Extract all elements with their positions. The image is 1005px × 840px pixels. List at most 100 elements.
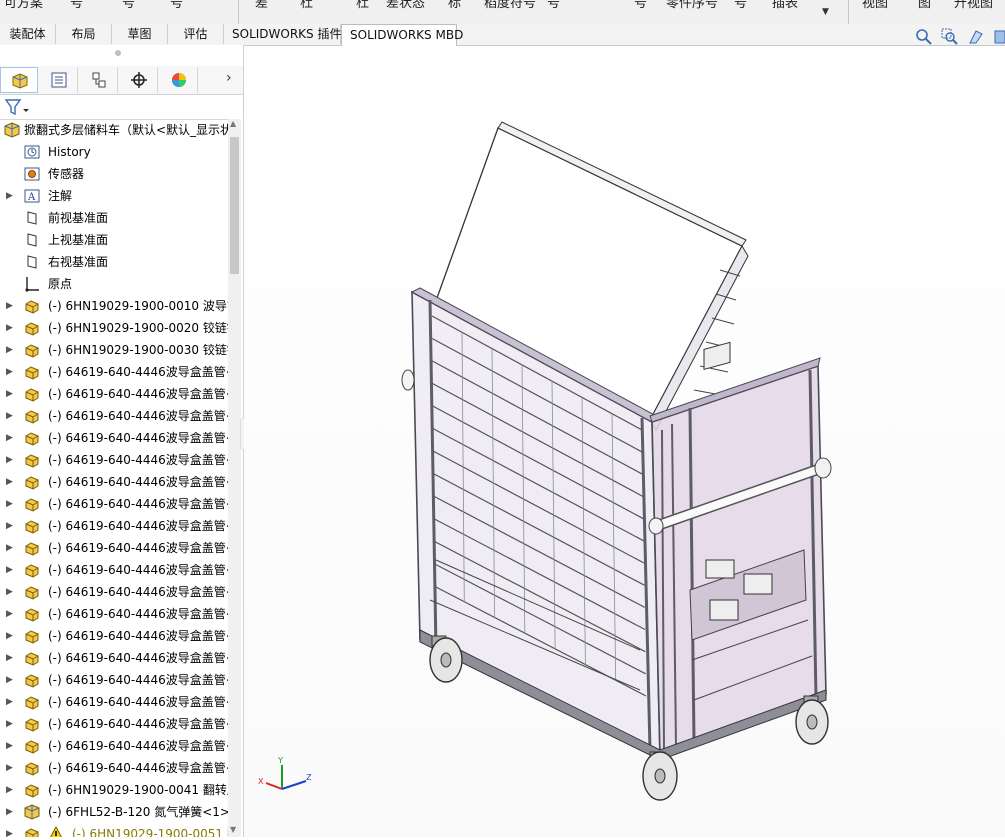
tree-item[interactable]: ▶ (-) 64619-640-4446波导盒盖管<	[0, 625, 228, 647]
expand-arrow-icon[interactable]: ▶	[6, 449, 13, 471]
zoom-area-icon[interactable]	[940, 28, 960, 48]
ribbon-label[interactable]: 零件序号	[666, 0, 718, 11]
expand-arrow-icon[interactable]: ▶	[6, 669, 13, 691]
expand-arrow-icon[interactable]: ▶	[6, 779, 13, 801]
tree-item[interactable]: ▶ (-) 64619-640-4446波导盒盖管<	[0, 691, 228, 713]
tree-item[interactable]: ▶ (-) 6HN19029-1900-0051 翻	[0, 823, 228, 837]
expand-arrow-icon[interactable]: ▶	[6, 185, 13, 207]
tree-item[interactable]: ▶ (-) 64619-640-4446波导盒盖管<	[0, 735, 228, 757]
section-view-icon[interactable]	[990, 28, 1005, 48]
ribbon-label[interactable]: 稻度符号	[484, 0, 536, 11]
ribbon-label[interactable]: 号	[170, 0, 183, 11]
tree-item[interactable]: 传感器	[0, 163, 228, 185]
dimxpert-icon[interactable]	[120, 67, 158, 93]
chevron-down-icon[interactable]: ▼	[822, 7, 829, 17]
expand-arrow-icon[interactable]: ▶	[6, 383, 13, 405]
expand-arrow-icon[interactable]: ▶	[6, 427, 13, 449]
tree-item[interactable]: 前视基准面	[0, 207, 228, 229]
tree-item[interactable]: 右视基准面	[0, 251, 228, 273]
tab-layout[interactable]: 布局	[56, 24, 112, 44]
tree-item[interactable]: ▶ (-) 64619-640-4446波导盒盖管<	[0, 537, 228, 559]
tree-item[interactable]: ▶ (-) 64619-640-4446波导盒盖管<	[0, 559, 228, 581]
ribbon-label[interactable]: 号	[634, 0, 647, 11]
tree-item[interactable]: ▶ A 注解	[0, 185, 228, 207]
expand-arrow-icon[interactable]: ▶	[6, 471, 13, 493]
tree-item[interactable]: ▶ (-) 6HN19029-1900-0041 翻转层	[0, 779, 228, 801]
tree-item[interactable]: ▶ (-) 64619-640-4446波导盒盖管<	[0, 647, 228, 669]
display-manager-icon[interactable]	[160, 67, 198, 93]
expand-arrow-icon[interactable]: ▶	[6, 295, 13, 317]
ribbon-label[interactable]: 差	[255, 0, 268, 11]
ribbon-label[interactable]: 插表	[772, 0, 798, 11]
graphics-viewport[interactable]	[244, 46, 1005, 837]
tree-item[interactable]: ▶ (-) 64619-640-4446波导盒盖管<	[0, 405, 228, 427]
chevron-right-icon[interactable]: ›	[226, 70, 232, 86]
tab-solidworks-mbd[interactable]: SOLIDWORKS MBD	[341, 24, 463, 46]
ribbon-label[interactable]: 图	[918, 0, 931, 11]
feature-tree-icon[interactable]	[0, 67, 38, 93]
expand-arrow-icon[interactable]: ▶	[6, 581, 13, 603]
tree-item[interactable]: ▶ (-) 64619-640-4446波导盒盖管<	[0, 713, 228, 735]
tab-sketch[interactable]: 草图	[112, 24, 168, 44]
ribbon-label[interactable]: 差状态	[386, 0, 425, 11]
tree-item[interactable]: ▶ (-) 64619-640-4446波导盒盖管<	[0, 471, 228, 493]
tree-item[interactable]: ▶ (-) 64619-640-4446波导盒盖管<	[0, 757, 228, 779]
expand-arrow-icon[interactable]: ▶	[6, 361, 13, 383]
expand-arrow-icon[interactable]: ▶	[6, 735, 13, 757]
zoom-to-fit-icon[interactable]	[914, 28, 934, 48]
tab-evaluate[interactable]: 评估	[168, 24, 224, 44]
scroll-up-icon[interactable]: ▲	[230, 119, 236, 128]
filter-icon[interactable]	[4, 97, 30, 120]
tree-item[interactable]: 上视基准面	[0, 229, 228, 251]
ribbon-label[interactable]: 杜	[356, 0, 369, 11]
caster-wheel[interactable]	[642, 751, 678, 801]
expand-arrow-icon[interactable]: ▶	[6, 515, 13, 537]
ribbon-label[interactable]: 号	[70, 0, 83, 11]
expand-arrow-icon[interactable]: ▶	[6, 405, 13, 427]
expand-arrow-icon[interactable]: ▶	[6, 493, 13, 515]
tree-item[interactable]: ▶ (-) 64619-640-4446波导盒盖管<	[0, 383, 228, 405]
expand-arrow-icon[interactable]: ▶	[6, 317, 13, 339]
scroll-down-icon[interactable]: ▼	[230, 825, 236, 834]
ribbon-label[interactable]: 视图	[862, 0, 888, 11]
tree-item[interactable]: ▶ (-) 64619-640-4446波导盒盖管<	[0, 361, 228, 383]
tree-item[interactable]: ▶ (-) 64619-640-4446波导盒盖管<	[0, 669, 228, 691]
tree-item[interactable]: ▶ (-) 64619-640-4446波导盒盖管<	[0, 581, 228, 603]
ribbon-label[interactable]: 号	[734, 0, 747, 11]
tree-item[interactable]: ▶ (-) 6HN19029-1900-0030 铰链链	[0, 339, 228, 361]
property-manager-icon[interactable]	[40, 67, 78, 93]
expand-arrow-icon[interactable]: ▶	[6, 757, 13, 779]
expand-arrow-icon[interactable]: ▶	[6, 801, 13, 823]
expand-arrow-icon[interactable]: ▶	[6, 339, 13, 361]
tab-assembly[interactable]: 装配体	[0, 24, 56, 44]
tree-root[interactable]: 掀翻式多层储料车（默认<默认_显示状	[0, 119, 228, 141]
trolley-model[interactable]	[244, 46, 1005, 837]
ribbon-label[interactable]: 号	[122, 0, 135, 11]
tree-item[interactable]: ▶ (-) 64619-640-4446波导盒盖管<	[0, 449, 228, 471]
tree-item[interactable]: 原点	[0, 273, 228, 295]
previous-view-icon[interactable]	[966, 28, 986, 48]
expand-arrow-icon[interactable]: ▶	[6, 559, 13, 581]
tree-item[interactable]: ▶ (-) 64619-640-4446波导盒盖管<	[0, 493, 228, 515]
tree-item[interactable]: ▶ (-) 64619-640-4446波导盒盖管<	[0, 427, 228, 449]
expand-arrow-icon[interactable]: ▶	[6, 625, 13, 647]
ribbon-label[interactable]: 标	[448, 0, 461, 11]
ribbon-label[interactable]: 升视图	[954, 0, 993, 11]
ribbon-label[interactable]: 杜	[300, 0, 313, 11]
tree-item[interactable]: ▶ (-) 6HN19029-1900-0010 波导管	[0, 295, 228, 317]
tree-scrollbar[interactable]: ▲ ▼	[228, 119, 241, 837]
tab-solidworks-addins[interactable]: SOLIDWORKS 插件	[224, 24, 341, 44]
tree-item[interactable]: History	[0, 141, 228, 163]
panel-grip[interactable]	[115, 50, 121, 56]
expand-arrow-icon[interactable]: ▶	[6, 823, 13, 837]
tree-item[interactable]: ▶ (-) 64619-640-4446波导盒盖管<	[0, 515, 228, 537]
tree-item[interactable]: ▶ (-) 6HN19029-1900-0020 铰链链	[0, 317, 228, 339]
expand-arrow-icon[interactable]: ▶	[6, 647, 13, 669]
tree-item[interactable]: ▶ (-) 6FHL52-B-120 氮气弹簧<1>	[0, 801, 228, 823]
configuration-manager-icon[interactable]	[80, 67, 118, 93]
expand-arrow-icon[interactable]: ▶	[6, 691, 13, 713]
expand-arrow-icon[interactable]: ▶	[6, 603, 13, 625]
tree-item[interactable]: ▶ (-) 64619-640-4446波导盒盖管<	[0, 603, 228, 625]
expand-arrow-icon[interactable]: ▶	[6, 537, 13, 559]
scroll-thumb[interactable]	[230, 137, 239, 274]
